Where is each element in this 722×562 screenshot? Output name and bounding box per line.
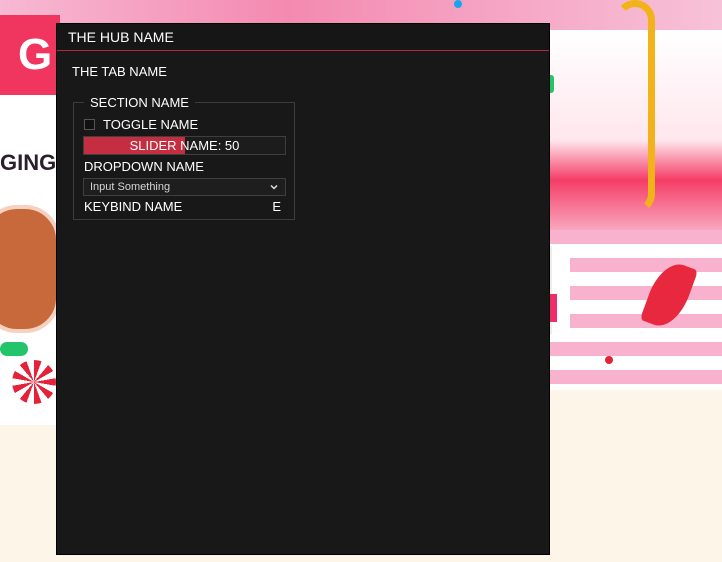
sprinkle-decor <box>605 356 613 364</box>
section-box: SECTION NAME TOGGLE NAME SLIDER NAME: 50… <box>73 95 295 220</box>
hub-titlebar[interactable]: THE HUB NAME <box>57 24 549 51</box>
hub-title: THE HUB NAME <box>68 29 174 45</box>
tab-title: THE TAB NAME <box>72 64 167 79</box>
keybind-label: KEYBIND NAME <box>84 199 183 214</box>
keybind-key[interactable]: E <box>272 199 284 214</box>
slider-label: SLIDER NAME: 50 <box>129 138 240 153</box>
ribbon-decor <box>615 0 655 214</box>
section-title: SECTION NAME <box>84 95 195 110</box>
background-sign-accent <box>550 294 557 322</box>
slider[interactable]: SLIDER NAME: 50 <box>83 136 286 155</box>
dropdown[interactable]: Input Something <box>83 178 286 196</box>
background-card-text: GINGI <box>0 150 63 175</box>
keybind-row: KEYBIND NAME E <box>84 199 284 214</box>
striped-floor-decor <box>550 230 722 390</box>
toggle-label: TOGGLE NAME <box>103 117 199 132</box>
hub-window: THE HUB NAME THE TAB NAME SECTION NAME T… <box>56 23 550 555</box>
background-banner-letter: G <box>18 30 53 79</box>
toggle-row[interactable]: TOGGLE NAME <box>84 117 198 132</box>
dropdown-label: DROPDOWN NAME <box>84 159 204 174</box>
chevron-down-icon <box>269 182 279 192</box>
sprinkle-decor <box>454 0 462 8</box>
candy-wrapper-decor <box>0 342 28 356</box>
peppermint-candy-decor <box>12 360 56 404</box>
gingerbread-decor <box>0 205 60 333</box>
dropdown-value: Input Something <box>90 181 171 193</box>
toggle-checkbox[interactable] <box>84 119 95 130</box>
